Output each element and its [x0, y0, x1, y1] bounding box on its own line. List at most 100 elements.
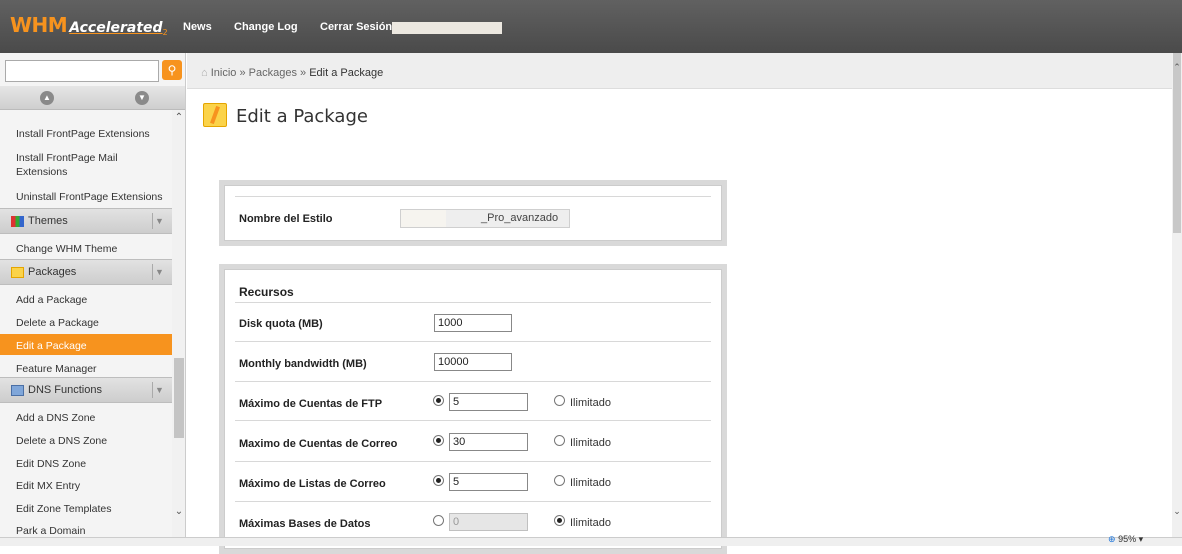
breadcrumb-current: Edit a Package [309, 67, 384, 79]
redacted-style-prefix [401, 210, 446, 227]
max-email-input[interactable]: 30 [449, 433, 528, 451]
search-icon[interactable]: ⚲ [162, 60, 182, 80]
max-databases-unlimited-radio[interactable] [554, 515, 565, 526]
max-mailing-lists-unlimited-radio[interactable] [554, 475, 565, 486]
max-databases-limited-radio[interactable] [433, 515, 444, 526]
sidebar: ⚲ ▲ ▼ Install FrontPage Extensions Insta… [0, 53, 186, 537]
chevron-down-icon[interactable]: ▾ [1139, 534, 1144, 544]
sidebar-item-feature-manager[interactable]: Feature Manager [0, 357, 172, 377]
max-databases-label: Máximas Bases de Datos [239, 518, 371, 530]
max-ftp-unlimited-radio[interactable] [554, 395, 565, 406]
nav-logout-link[interactable]: Cerrar Sesión [320, 21, 392, 33]
max-ftp-input[interactable]: 5 [449, 393, 528, 411]
sidebar-category-label: Packages [28, 266, 77, 278]
chevron-down-icon[interactable]: ⌄ [1172, 506, 1182, 517]
edit-package-icon [203, 103, 227, 127]
themes-icon [11, 216, 24, 227]
sidebar-item-install-frontpage-mail-extensions[interactable]: Install FrontPage Mail Extensions [0, 149, 172, 181]
sidebar-category-label: Themes [28, 215, 68, 227]
main-scrollbar[interactable] [1172, 53, 1182, 537]
sidebar-search: ⚲ [5, 60, 182, 82]
divider [235, 501, 711, 502]
max-mailing-lists-limited-radio[interactable] [433, 475, 444, 486]
sidebar-category-dns-functions[interactable]: DNS Functions ▼ [0, 377, 172, 403]
sidebar-item-uninstall-frontpage-extensions[interactable]: Uninstall FrontPage Extensions [0, 186, 172, 206]
divider [235, 461, 711, 462]
logo-version: 2 [162, 28, 168, 38]
max-ftp-limited-radio[interactable] [433, 395, 444, 406]
max-email-unlimited-radio[interactable] [554, 435, 565, 446]
resources-panel: Recursos Disk quota (MB) 1000 Monthly ba… [219, 264, 727, 554]
home-icon[interactable]: ⌂ [201, 67, 208, 79]
sidebar-scroll-controls: ▲ ▼ [0, 86, 185, 110]
zoom-control[interactable]: ⊕ 95% ▾ [1108, 534, 1143, 545]
redacted-username [392, 22, 502, 34]
max-databases-unlimited-label: Ilimitado [570, 517, 611, 529]
nav-news-link[interactable]: News [183, 21, 212, 33]
sidebar-item-delete-a-dns-zone[interactable]: Delete a DNS Zone [0, 429, 172, 449]
chevron-down-icon[interactable]: ▼ [152, 382, 166, 398]
chevron-up-icon[interactable]: ⌃ [1172, 62, 1182, 73]
breadcrumb-home-link[interactable]: Inicio [211, 67, 237, 79]
breadcrumb-separator: » [300, 67, 307, 79]
disk-quota-label: Disk quota (MB) [239, 318, 323, 330]
max-email-label: Maximo de Cuentas de Correo [239, 438, 398, 450]
status-bar: ⊕ 95% ▾ [0, 534, 1182, 546]
sidebar-item-edit-dns-zone[interactable]: Edit DNS Zone [0, 452, 172, 472]
sidebar-item-edit-zone-templates[interactable]: Edit Zone Templates [0, 497, 172, 517]
sidebar-category-themes[interactable]: Themes ▼ [0, 208, 172, 234]
divider [235, 302, 711, 303]
top-bar: WHM Accelerated2 News Change Log Cerrar S… [0, 0, 1182, 53]
sidebar-category-label: DNS Functions [28, 384, 102, 396]
divider [235, 196, 711, 197]
whm-logo[interactable]: WHM Accelerated2 [10, 13, 170, 45]
chevron-down-icon[interactable]: ⌄ [172, 506, 185, 518]
monthly-bandwidth-label: Monthly bandwidth (MB) [239, 358, 367, 370]
folder-icon [11, 267, 24, 278]
chevron-down-icon[interactable]: ▼ [152, 213, 166, 229]
chevron-down-icon[interactable]: ▼ [152, 264, 166, 280]
dns-icon [11, 385, 24, 396]
disk-quota-input[interactable]: 1000 [434, 314, 512, 332]
logo-accelerated-text: Accelerated [69, 20, 163, 36]
max-email-unlimited-label: Ilimitado [570, 437, 611, 449]
chevron-down-icon[interactable]: ▼ [135, 91, 149, 105]
max-mailing-lists-input[interactable]: 5 [449, 473, 528, 491]
style-name-value: _Pro_avanzado [481, 212, 559, 224]
zoom-level: 95% [1118, 534, 1137, 544]
max-mailing-lists-unlimited-label: Ilimitado [570, 477, 611, 489]
max-ftp-label: Máximo de Cuentas de FTP [239, 398, 383, 410]
style-name-panel: Nombre del Estilo _Pro_avanzado [219, 180, 727, 246]
sidebar-item-install-frontpage-extensions[interactable]: Install FrontPage Extensions [0, 124, 172, 144]
nav-changelog-link[interactable]: Change Log [234, 21, 298, 33]
page-title: Edit a Package [236, 106, 368, 127]
sidebar-item-edit-a-package[interactable]: Edit a Package [0, 334, 172, 355]
breadcrumb: ⌂ Inicio » Packages » Edit a Package [187, 53, 1172, 89]
style-name-label: Nombre del Estilo [239, 213, 333, 225]
resources-section-title: Recursos [239, 285, 294, 299]
sidebar-search-input[interactable] [5, 60, 159, 82]
zoom-icon: ⊕ [1108, 534, 1116, 544]
sidebar-item-edit-mx-entry[interactable]: Edit MX Entry [0, 474, 172, 494]
style-name-field[interactable]: _Pro_avanzado [400, 209, 570, 228]
divider [235, 341, 711, 342]
sidebar-item-delete-a-package[interactable]: Delete a Package [0, 311, 172, 331]
sidebar-scrollbar[interactable]: ⌃ ⌄ [172, 110, 185, 537]
breadcrumb-packages-link[interactable]: Packages [249, 67, 297, 79]
sidebar-item-park-a-domain[interactable]: Park a Domain [0, 519, 172, 537]
sidebar-item-add-a-dns-zone[interactable]: Add a DNS Zone [0, 406, 172, 426]
max-ftp-unlimited-label: Ilimitado [570, 397, 611, 409]
sidebar-category-packages[interactable]: Packages ▼ [0, 259, 172, 285]
logo-whm-text: WHM [10, 13, 68, 37]
sidebar-item-add-a-package[interactable]: Add a Package [0, 288, 172, 308]
sidebar-category-frontpage-partial [0, 110, 172, 116]
sidebar-item-change-whm-theme[interactable]: Change WHM Theme [0, 237, 172, 257]
max-databases-input[interactable]: 0 [449, 513, 528, 531]
chevron-up-icon[interactable]: ▲ [40, 91, 54, 105]
max-mailing-lists-label: Máximo de Listas de Correo [239, 478, 386, 490]
sidebar-scrollbar-thumb[interactable] [174, 358, 184, 438]
chevron-up-icon[interactable]: ⌃ [172, 112, 185, 124]
monthly-bandwidth-input[interactable]: 10000 [434, 353, 512, 371]
main-scrollbar-thumb[interactable] [1173, 53, 1181, 233]
max-email-limited-radio[interactable] [433, 435, 444, 446]
